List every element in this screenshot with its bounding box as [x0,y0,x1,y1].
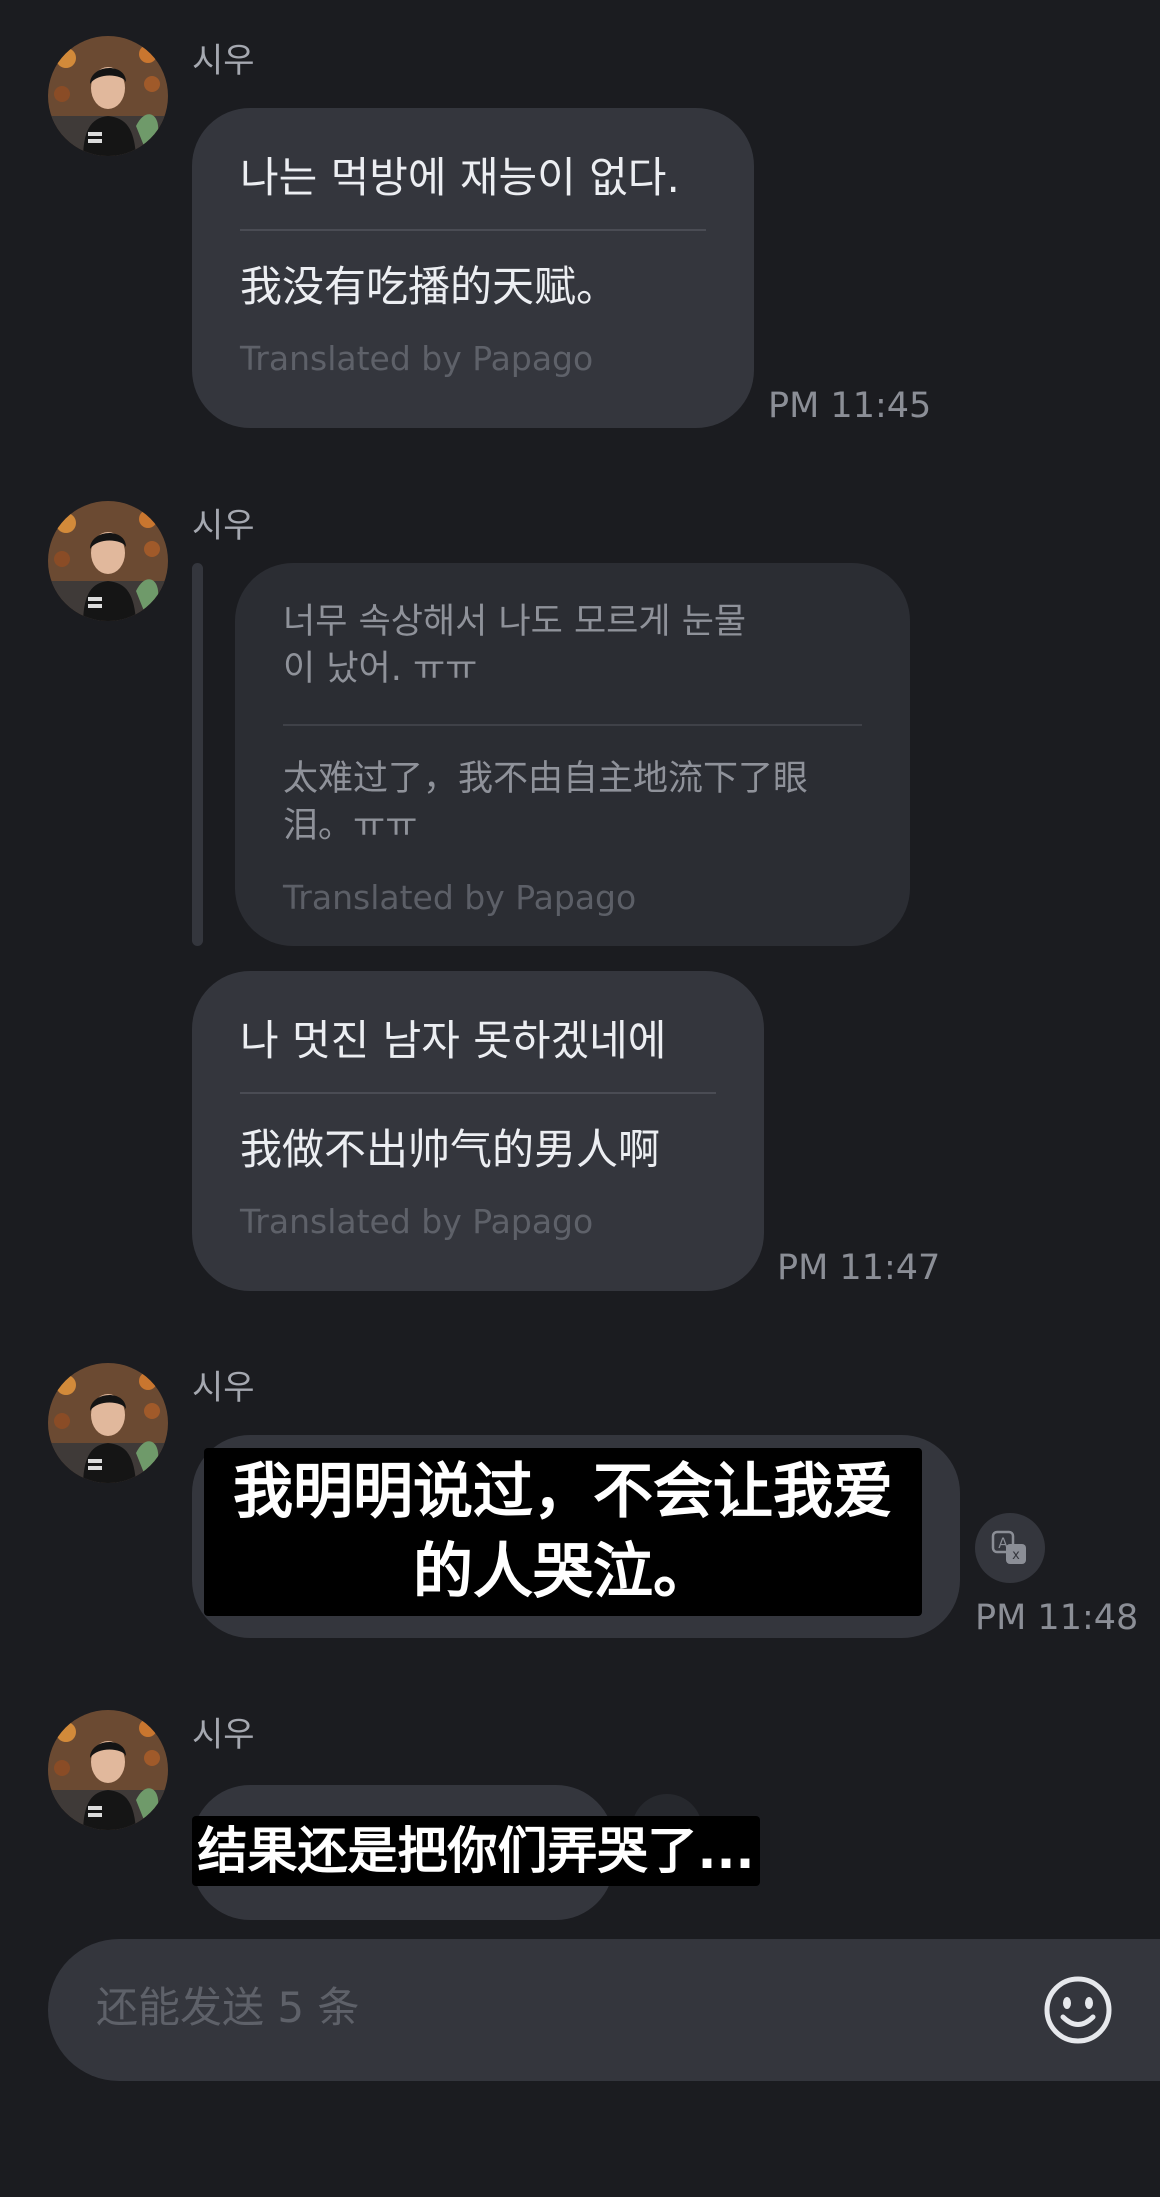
avatar[interactable] [48,1363,168,1483]
message-bubble[interactable]: 나 멋진 남자 못하겠네에 我做不出帅气的男人啊 Translated by P… [192,971,764,1291]
message-divider [240,228,706,231]
subtitle-line: 的人哭泣。 [413,1537,713,1607]
subtitle-overlay: 我明明说过，不会让我爱 的人哭泣。 [204,1448,922,1616]
message-input[interactable] [96,1983,976,2032]
subtitle-line: 结果还是把你们弄哭了... [197,1822,755,1880]
message-divider [240,1091,716,1094]
message-bubble[interactable]: 나는 먹방에 재능이 없다. 我没有吃播的天赋。 Translated by P… [192,108,754,428]
message-composer [48,1939,1160,2081]
quoted-translated-line: 太难过了，我不由自主地流下了眼 [283,758,809,799]
svg-text:x: x [1012,1548,1020,1563]
sender-name: 시우 [192,1715,255,1755]
message-timestamp: PM 11:47 [777,1248,941,1288]
message-timestamp: PM 11:45 [768,386,932,426]
translation-credit: Translated by Papago [240,1202,594,1241]
sender-name: 시우 [192,1368,255,1408]
translation-credit: Translated by Papago [283,878,637,917]
quoted-original-line: 너무 속상해서 나도 모르게 눈물 [283,602,747,642]
quoted-message[interactable]: 너무 속상해서 나도 모르게 눈물 이 났어. ㅠㅠ 太难过了，我不由自主地流下… [235,563,910,946]
smiley-icon [1044,1976,1112,2044]
translate-button[interactable]: A x [975,1513,1045,1583]
avatar[interactable] [48,1710,168,1830]
sender-name: 시우 [192,41,255,81]
quoted-divider [283,723,862,726]
avatar[interactable] [48,501,168,621]
avatar-photo-icon [48,1363,168,1483]
quoted-original-line: 이 났어. ㅠㅠ [283,649,478,690]
emoji-button[interactable] [1036,1968,1120,2052]
message-timestamp: PM 11:48 [975,1598,1139,1638]
translate-icon: A x [991,1530,1026,1564]
avatar-photo-icon [48,1710,168,1830]
message-original-text: 나 멋진 남자 못하겠네에 [240,1016,667,1065]
avatar[interactable] [48,36,168,156]
message-translated-text: 我没有吃播的天赋。 [240,261,619,311]
message-translated-text: 我做不出帅气的男人啊 [240,1124,661,1174]
translation-credit: Translated by Papago [240,339,594,378]
subtitle-line: 我明明说过，不会让我爱 [233,1457,893,1527]
subtitle-overlay: 结果还是把你们弄哭了... [192,1816,760,1886]
reply-quote-bar [192,563,203,946]
avatar-photo-icon [48,501,168,621]
sender-name: 시우 [192,506,255,546]
avatar-photo-icon [48,36,168,156]
message-original-text: 나는 먹방에 재능이 없다. [240,153,680,202]
quoted-translated-line: 泪。ㅠㅠ [283,805,418,846]
